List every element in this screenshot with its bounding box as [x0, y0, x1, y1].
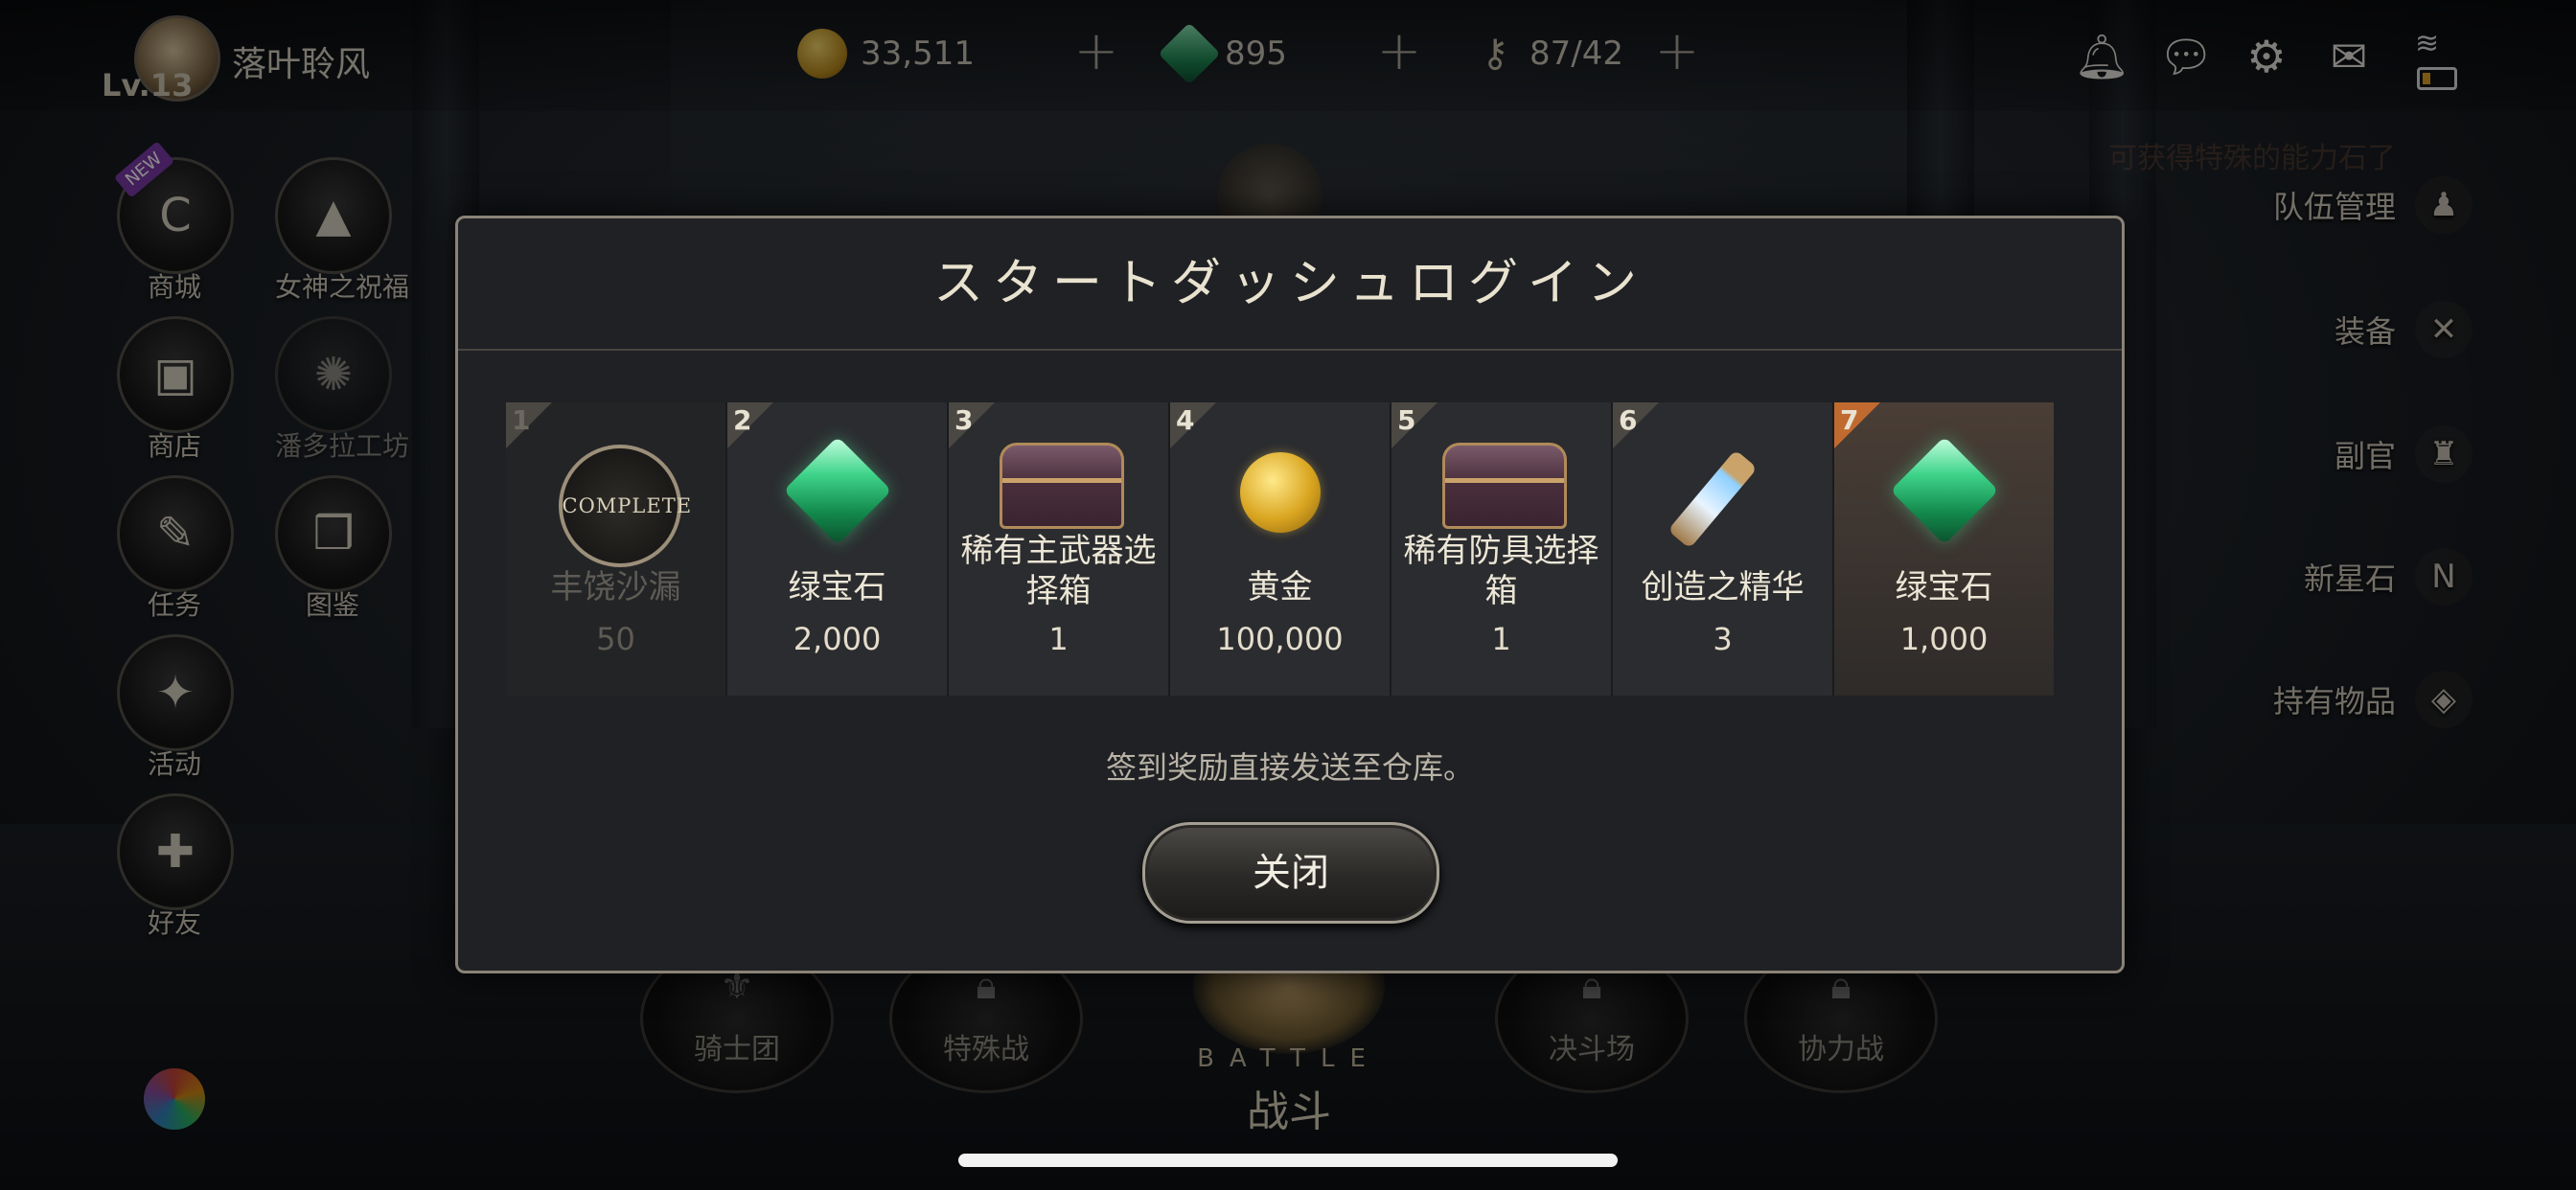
close-button[interactable]: 关闭	[1142, 822, 1439, 924]
day-number: 4	[1176, 404, 1195, 436]
login-bonus-dialog: スタートダッシュログイン 1 COMPLETE 丰饶沙漏 50 2 绿宝石 2,…	[455, 216, 2125, 973]
reward-quantity: 2,000	[793, 621, 882, 657]
reward-day-4: 4 黄金 100,000	[1170, 402, 1392, 696]
day-number: 5	[1397, 404, 1416, 436]
weapon-chest-icon	[999, 443, 1124, 529]
essence-vial-icon	[1667, 449, 1758, 549]
reward-quantity: 100,000	[1216, 621, 1344, 657]
day-number: 3	[954, 404, 974, 436]
delivery-notice: 签到奖励直接发送至仓库。	[1105, 749, 1474, 786]
reward-quantity: 1	[1048, 621, 1069, 657]
emerald-icon	[1889, 436, 1999, 545]
reward-name: 创造之精华	[1641, 568, 1805, 606]
reward-day-7: 7 绿宝石 1,000	[1834, 402, 2054, 696]
reward-name: 丰饶沙漏	[550, 568, 681, 606]
reward-day-1: 1 COMPLETE 丰饶沙漏 50	[506, 402, 727, 696]
reward-quantity: 1	[1491, 621, 1511, 657]
reward-day-2: 2 绿宝石 2,000	[727, 402, 949, 696]
reward-name: 绿宝石	[788, 568, 886, 606]
dialog-title: スタートダッシュログイン	[458, 218, 2122, 351]
reward-quantity: 50	[596, 621, 635, 657]
reward-quantity: 1,000	[1899, 621, 1989, 657]
reward-day-5: 5 稀有防具选择箱 1	[1392, 402, 1613, 696]
reward-name: 黄金	[1247, 568, 1313, 606]
gold-coin-icon	[1239, 452, 1321, 533]
armor-chest-icon	[1441, 443, 1567, 529]
emerald-icon	[782, 436, 892, 545]
reward-day-6: 6 创造之精华 3	[1613, 402, 1834, 696]
day-number: 1	[512, 404, 531, 436]
reward-day-3: 3 稀有主武器选择箱 1	[949, 402, 1170, 696]
reward-grid: 1 COMPLETE 丰饶沙漏 50 2 绿宝石 2,000 3 稀有主武器选择…	[506, 402, 2074, 696]
reward-quantity: 3	[1713, 621, 1733, 657]
reward-name: 绿宝石	[1895, 568, 1993, 606]
day-number: 7	[1840, 404, 1859, 436]
day-number: 2	[733, 404, 752, 436]
reward-name: 稀有主武器选择箱	[960, 532, 1157, 610]
complete-stamp-icon: COMPLETE	[558, 445, 691, 567]
reward-name: 稀有防具选择箱	[1403, 532, 1599, 610]
home-indicator[interactable]	[958, 1154, 1618, 1167]
day-number: 6	[1619, 404, 1638, 436]
